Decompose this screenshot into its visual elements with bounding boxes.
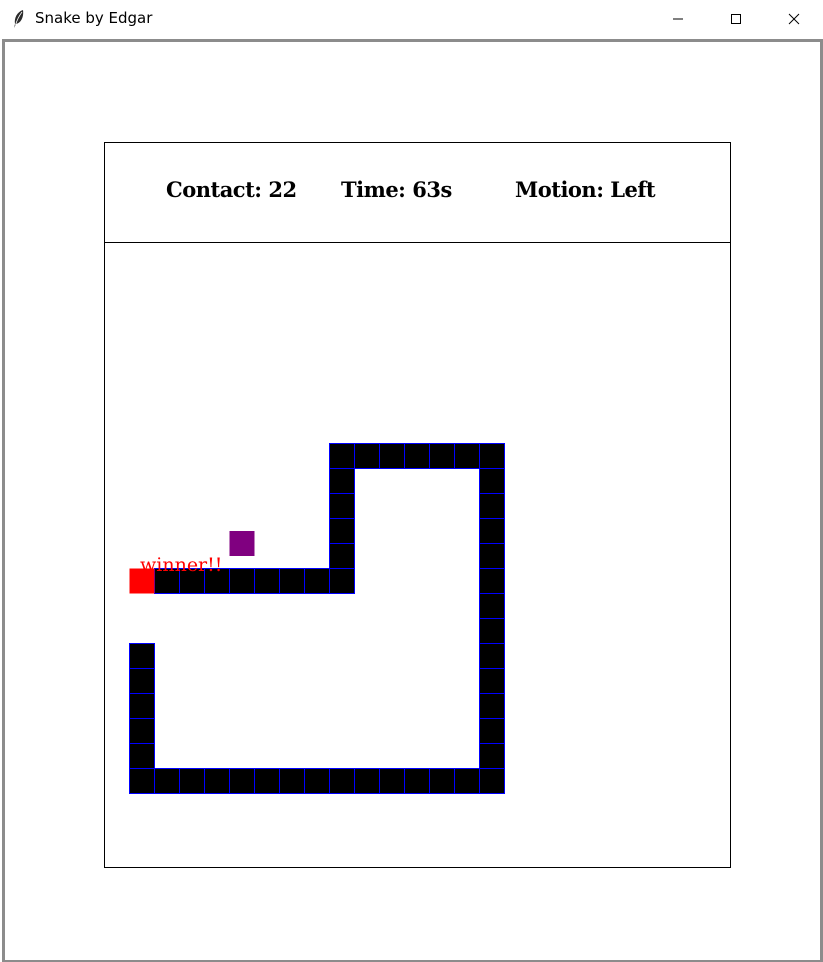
score-bar: Contact: 22 Time: 63s Motion: Left [105, 143, 730, 243]
title-bar: Snake by Edgar [0, 0, 823, 38]
snake-segment [479, 668, 505, 694]
snake-segment [479, 493, 505, 519]
snake-segment [329, 493, 355, 519]
snake-segment [404, 768, 430, 794]
game-board: winner!! [105, 243, 730, 867]
snake-segment [354, 443, 380, 469]
food-item [229, 531, 255, 556]
snake-segment [129, 743, 155, 769]
snake-segment [279, 768, 305, 794]
snake-segment [479, 618, 505, 644]
snake-segment [179, 768, 205, 794]
snake-segment [354, 768, 380, 794]
contact-counter: Contact: 22 [166, 177, 297, 202]
minimize-icon [673, 18, 683, 20]
snake-segment [304, 568, 330, 594]
snake-segment [379, 443, 405, 469]
close-button[interactable] [765, 0, 823, 38]
time-counter: Time: 63s [341, 177, 452, 202]
snake-segment [129, 693, 155, 719]
snake-segment [129, 718, 155, 744]
motion-indicator: Motion: Left [515, 177, 656, 202]
snake-segment [454, 768, 480, 794]
maximize-button[interactable] [707, 0, 765, 38]
snake-segment [429, 443, 455, 469]
snake-segment [479, 518, 505, 544]
feather-icon [11, 9, 27, 29]
snake-segment [329, 518, 355, 544]
snake-segment [379, 768, 405, 794]
snake-segment [329, 443, 355, 469]
snake-segment [404, 443, 430, 469]
snake-segment [479, 693, 505, 719]
snake-segment [479, 543, 505, 569]
snake-segment [429, 768, 455, 794]
snake-segment [254, 568, 280, 594]
snake-segment [479, 743, 505, 769]
window-title: Snake by Edgar [35, 9, 153, 27]
snake-segment [329, 468, 355, 494]
snake-segment [454, 443, 480, 469]
snake-segment [329, 768, 355, 794]
snake-segment [129, 668, 155, 694]
snake-segment [154, 768, 180, 794]
snake-segment [479, 768, 505, 794]
snake-segment [304, 768, 330, 794]
snake-segment [129, 643, 155, 669]
snake-segment [229, 768, 255, 794]
maximize-icon [731, 14, 741, 24]
winner-message: winner!! [140, 554, 223, 576]
game-panel: Contact: 22 Time: 63s Motion: Left winne… [104, 142, 731, 868]
snake-segment [254, 768, 280, 794]
snake-segment [129, 768, 155, 794]
snake-segment [479, 568, 505, 594]
snake-segment [329, 568, 355, 594]
snake-segment [479, 443, 505, 469]
snake-segment [329, 543, 355, 569]
snake-segment [479, 718, 505, 744]
close-icon [788, 13, 800, 25]
snake-segment [279, 568, 305, 594]
snake-segment [479, 468, 505, 494]
snake-segment [204, 768, 230, 794]
minimize-button[interactable] [649, 0, 707, 38]
snake-segment [479, 593, 505, 619]
snake-segment [229, 568, 255, 594]
snake-segment [479, 643, 505, 669]
